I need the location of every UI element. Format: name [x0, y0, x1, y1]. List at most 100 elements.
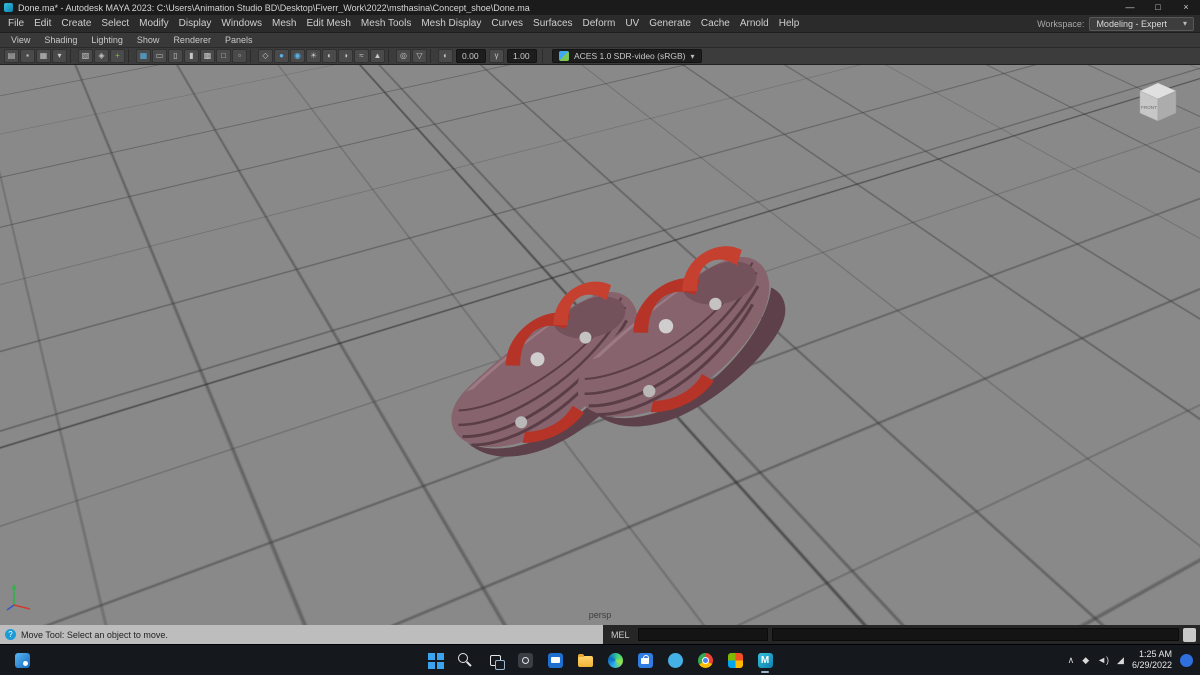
anti-aliasing-icon[interactable]: ▲ [370, 49, 385, 63]
toolbar-separator [250, 49, 255, 63]
maya-button[interactable] [752, 647, 778, 673]
maya-app-icon [4, 3, 13, 12]
color-management-icon [559, 51, 569, 61]
start-icon [427, 652, 435, 660]
search-icon [458, 653, 468, 663]
widgets-button[interactable] [9, 647, 35, 673]
film-gate-icon[interactable]: ▭ [152, 49, 167, 63]
viewport[interactable]: FRONT persp [0, 65, 1200, 625]
exposure-icon[interactable]: ◐ [438, 49, 453, 63]
lock-camera-icon[interactable]: ▪ [20, 49, 35, 63]
resolution-gate-icon[interactable]: ▯ [168, 49, 183, 63]
main-menu-bar: File Edit Create Select Modify Display Windows… [0, 15, 1200, 33]
menu-generate[interactable]: Generate [644, 18, 696, 29]
shadows-icon[interactable]: ◐ [322, 49, 337, 63]
menu-edit[interactable]: Edit [29, 18, 56, 29]
camera-name-label[interactable]: persp [0, 610, 1200, 620]
grease-pencil-icon[interactable]: + [110, 49, 125, 63]
workspace-selector[interactable]: Modeling - Expert ▾ [1089, 16, 1194, 31]
start-button[interactable] [422, 647, 448, 673]
panel-toolbar-icons: ▤ ▪ ▦ ▾ ▧ ◈ + ▦ ▭ ▯ ▮ ▩ □ ▫ ◇ ● ◉ ☀ ◐ ◑ ≈ ▲ ◎ ▽ [4, 49, 437, 63]
panel-menu-panels[interactable]: Panels [218, 35, 260, 45]
taskbar-center [422, 647, 778, 673]
grid-toggle-icon[interactable]: ▦ [136, 49, 151, 63]
settings-button[interactable] [512, 647, 538, 673]
gate-mask-icon[interactable]: ▮ [184, 49, 199, 63]
volume-icon[interactable]: ◄) [1097, 655, 1109, 665]
menu-windows[interactable]: Windows [216, 18, 267, 29]
minimize-button[interactable]: — [1116, 0, 1144, 15]
x-ray-icon[interactable]: ▽ [412, 49, 427, 63]
command-input[interactable] [637, 628, 768, 641]
menu-edit-mesh[interactable]: Edit Mesh [301, 18, 355, 29]
window-controls: — □ × [1116, 0, 1200, 15]
title-bar: Done.ma* - Autodesk MAYA 2023: C:\Users\… [0, 0, 1200, 15]
file-explorer-button[interactable] [572, 647, 598, 673]
menu-surfaces[interactable]: Surfaces [528, 18, 577, 29]
textured-icon[interactable]: ◉ [290, 49, 305, 63]
hidden-icons-chevron-icon[interactable]: ∧ [1068, 655, 1075, 666]
occlusion-icon[interactable]: ◑ [338, 49, 353, 63]
viewcube-front-label[interactable]: FRONT [1141, 105, 1157, 110]
gamma-icon[interactable]: γ [489, 49, 504, 63]
smooth-shade-icon[interactable]: ● [274, 49, 289, 63]
panel-menu-view[interactable]: View [4, 35, 37, 45]
menu-mesh-display[interactable]: Mesh Display [416, 18, 486, 29]
file-explorer-icon [577, 653, 593, 667]
bookmarks-icon[interactable]: ▾ [52, 49, 67, 63]
menu-uv[interactable]: UV [620, 18, 644, 29]
script-editor-button[interactable] [1183, 627, 1196, 642]
menu-modify[interactable]: Modify [134, 18, 173, 29]
taskbar-clock[interactable]: 1:25 AM 6/29/2022 [1132, 649, 1172, 672]
gamma-field[interactable]: 1.00 [507, 49, 537, 63]
task-view-button[interactable] [482, 647, 508, 673]
windows-taskbar: ∧ ◆ ◄) ◢ 1:25 AM 6/29/2022 [0, 644, 1200, 675]
edge-button[interactable] [602, 647, 628, 673]
store-button[interactable] [632, 647, 658, 673]
photos-button[interactable] [722, 647, 748, 673]
notification-badge[interactable] [1180, 653, 1193, 667]
view-cube[interactable]: FRONT [1130, 73, 1186, 129]
close-button[interactable]: × [1172, 0, 1200, 15]
toolbar-separator [430, 49, 435, 63]
wireframe-icon[interactable]: ◇ [258, 49, 273, 63]
network-icon[interactable]: ◢ [1117, 655, 1124, 666]
search-button[interactable] [452, 647, 478, 673]
mail-button[interactable] [542, 647, 568, 673]
panel-menu-renderer[interactable]: Renderer [166, 35, 218, 45]
motion-blur-icon[interactable]: ≈ [354, 49, 369, 63]
use-all-lights-icon[interactable]: ☀ [306, 49, 321, 63]
panel-menu-lighting[interactable]: Lighting [84, 35, 130, 45]
tray-app-icon[interactable]: ◆ [1082, 655, 1089, 666]
exposure-field[interactable]: 0.00 [456, 49, 486, 63]
maximize-button[interactable]: □ [1144, 0, 1172, 15]
menu-mesh-tools[interactable]: Mesh Tools [356, 18, 416, 29]
menu-curves[interactable]: Curves [486, 18, 528, 29]
menu-display[interactable]: Display [174, 18, 217, 29]
menu-deform[interactable]: Deform [578, 18, 621, 29]
image-plane-icon[interactable]: ▧ [78, 49, 93, 63]
isolate-select-icon[interactable]: ◎ [396, 49, 411, 63]
menu-select[interactable]: Select [96, 18, 134, 29]
help-line: ? Move Tool: Select an object to move. [0, 625, 603, 644]
skype-button[interactable] [662, 647, 688, 673]
chrome-button[interactable] [692, 647, 718, 673]
menu-help[interactable]: Help [774, 18, 805, 29]
safe-action-icon[interactable]: □ [216, 49, 231, 63]
camera-attributes-icon[interactable]: ▦ [36, 49, 51, 63]
safe-title-icon[interactable]: ▫ [232, 49, 247, 63]
menu-arnold[interactable]: Arnold [735, 18, 774, 29]
field-chart-icon[interactable]: ▩ [200, 49, 215, 63]
panel-menu-shading[interactable]: Shading [37, 35, 84, 45]
menu-mesh[interactable]: Mesh [267, 18, 301, 29]
menu-cache[interactable]: Cache [696, 18, 735, 29]
colorspace-selector[interactable]: ACES 1.0 SDR-video (sRGB) ▾ [552, 49, 702, 63]
camera-select-icon[interactable]: ▤ [4, 49, 19, 63]
menu-file[interactable]: File [3, 18, 29, 29]
taskbar-left [9, 647, 35, 673]
menu-create[interactable]: Create [56, 18, 96, 29]
command-language-label[interactable]: MEL [607, 630, 634, 640]
pan-zoom-icon[interactable]: ◈ [94, 49, 109, 63]
panel-menu-show[interactable]: Show [130, 35, 167, 45]
workspace-value: Modeling - Expert [1096, 18, 1167, 29]
